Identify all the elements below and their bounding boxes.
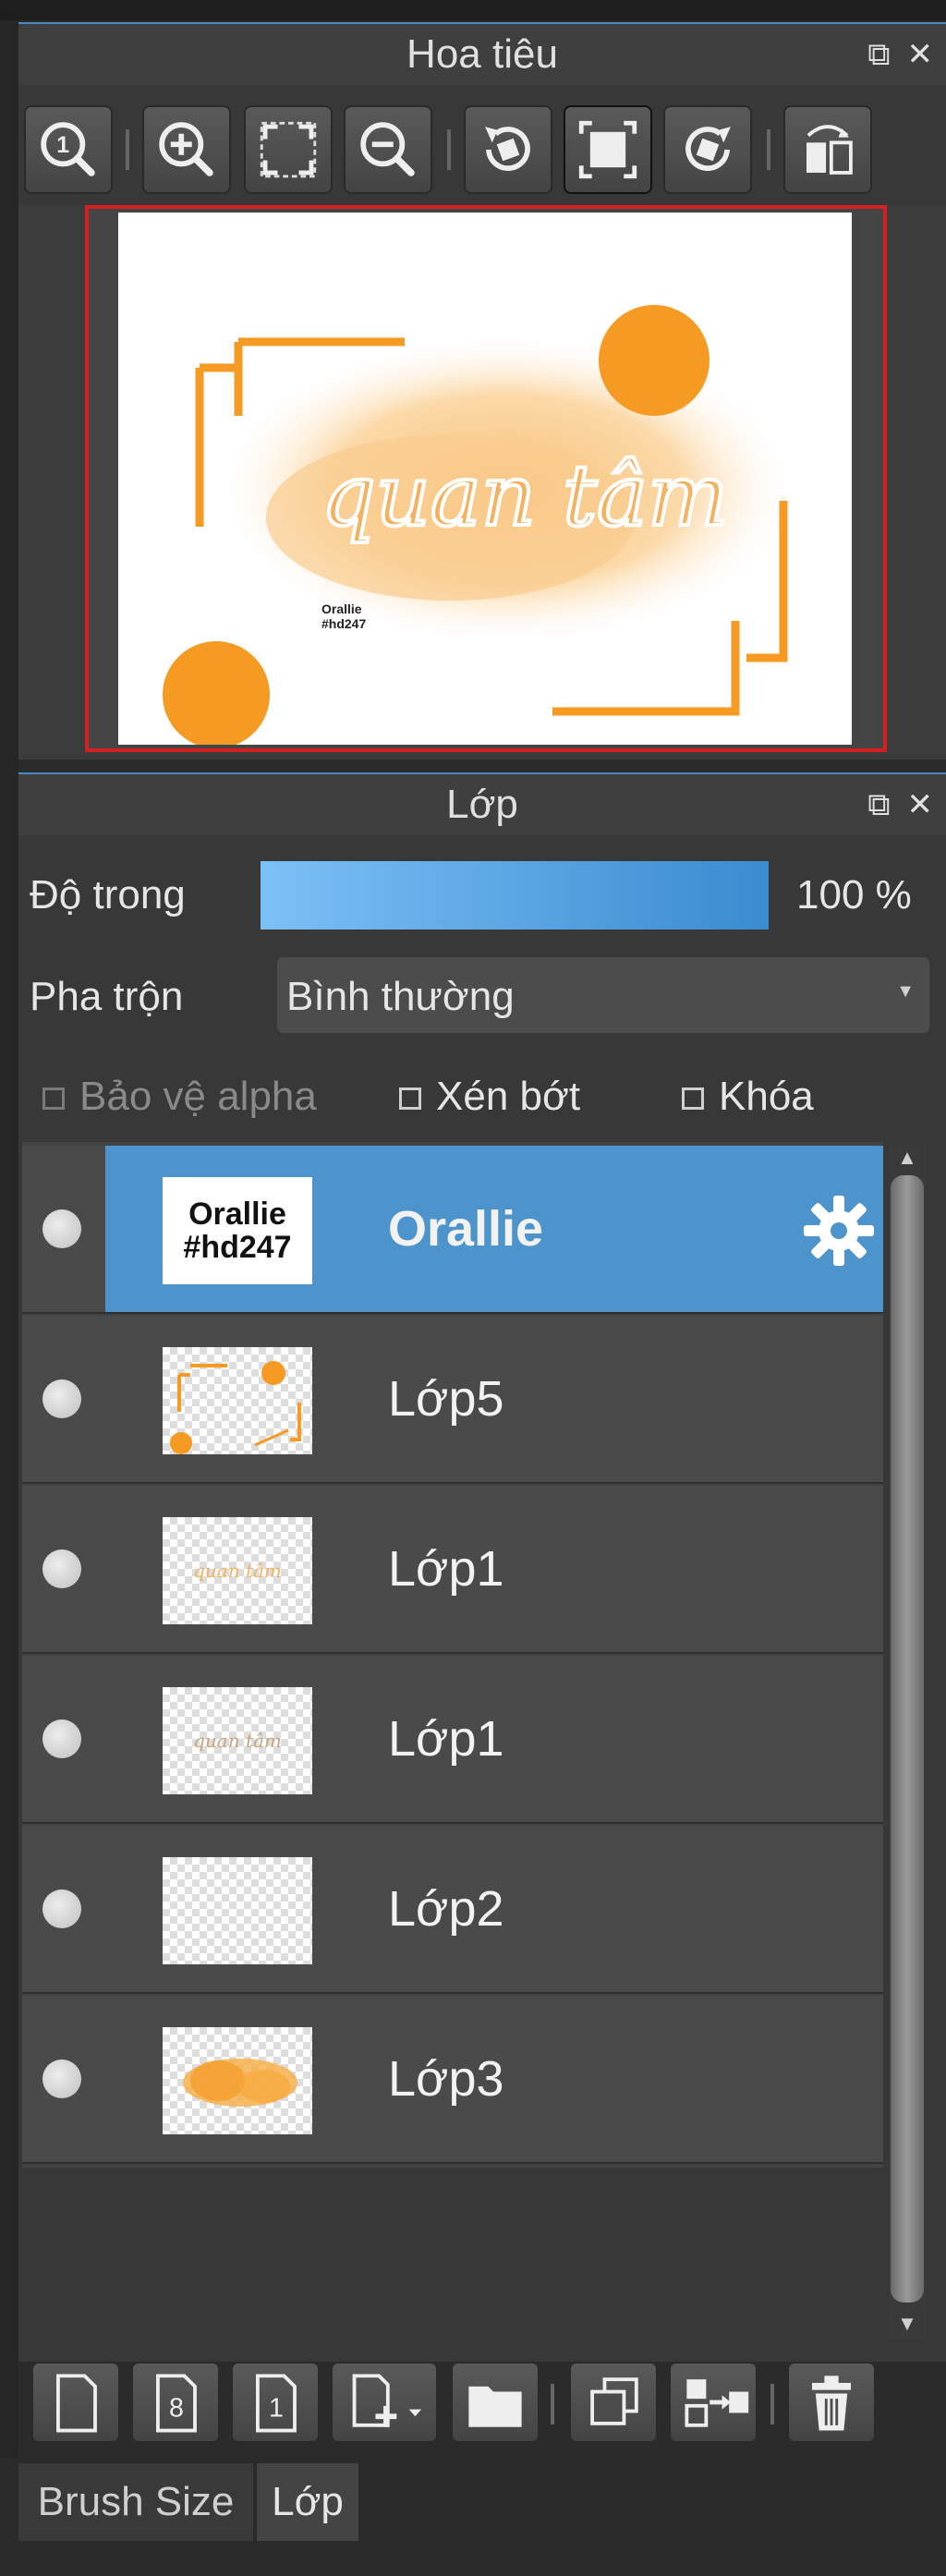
layers-header: Lớp ⧉ ✕ [18,772,946,835]
blend-label: Pha trộn [30,974,184,1019]
undock-icon[interactable]: ⧉ [867,37,890,73]
opacity-slider[interactable] [261,861,769,930]
chevron-down-icon: ▼ [896,981,915,1002]
layer-thumbnail [163,1347,312,1454]
layer-name: Lớp5 [388,1371,504,1427]
layer-thumbnail [163,1857,312,1964]
layer-list-scrollbar[interactable]: ▲ ▼ [889,1146,926,2339]
checkbox-icon [42,1088,65,1111]
zoom-out-icon[interactable] [344,105,432,194]
blend-mode-select[interactable]: Bình thường ▼ [277,957,929,1033]
layer-thumbnail: quan tâm [163,1517,312,1624]
checkbox-icon [682,1088,704,1111]
layer-thumbnail: quan tâm [163,1687,312,1794]
tab-brush-size[interactable]: Brush Size [18,2463,253,2541]
scrollbar-thumb[interactable] [891,1175,924,2303]
clip-checkbox[interactable]: Xén bớt [399,1074,580,1120]
layer-row-lop5[interactable]: Lớp5 [22,1316,883,1484]
rotate-right-icon[interactable] [663,105,752,194]
layer-row-lop2[interactable]: Lớp2 [22,1826,883,1994]
tab-layer[interactable]: Lớp [257,2463,358,2541]
protect-alpha-checkbox[interactable]: Bảo vệ alpha [42,1074,317,1120]
add-layer-menu-icon[interactable] [331,2362,438,2443]
top-strip [0,0,946,20]
svg-text:#hd247: #hd247 [321,616,366,631]
toolbar-separator [770,2384,774,2424]
opacity-value: 100 % [796,872,912,917]
toolbar-separator [447,129,451,170]
settings-gear-icon[interactable] [800,1192,878,1270]
reset-view-icon[interactable] [564,105,652,194]
layer-name: Lớp1 [388,1711,504,1767]
visibility-toggle-icon[interactable] [42,2060,81,2098]
lock-checkbox[interactable]: Khóa [682,1074,814,1120]
visibility-toggle-icon[interactable] [42,1889,81,1928]
visibility-toggle-icon[interactable] [42,1719,81,1758]
svg-text:1: 1 [56,132,69,158]
layer-thumbnail [163,2027,312,2134]
layer-row-lop1[interactable]: quan tâm Lớp1 [22,1656,883,1824]
svg-text:Orallie: Orallie [321,601,362,616]
delete-layer-icon[interactable] [787,2362,876,2443]
visibility-toggle-icon[interactable] [42,1549,81,1588]
layer-row-orallie[interactable]: Orallie #hd247 Orallie [22,1146,883,1314]
blend-mode-value: Bình thường [286,974,515,1019]
opacity-label: Độ trong [30,872,186,917]
new-1bit-layer-icon[interactable]: 1 [231,2362,320,2443]
duplicate-layer-icon[interactable] [569,2362,658,2443]
new-layer-icon[interactable] [31,2362,120,2443]
layer-row-lop3[interactable]: Lớp3 [22,1996,883,2164]
fit-screen-icon[interactable] [244,105,333,194]
navigator-title: Hoa tiêu [406,31,558,77]
layer-name: Lớp3 [388,2051,504,2107]
layer-name: Lớp1 [388,1541,504,1597]
layers-title: Lớp [446,782,518,827]
toolbar-separator [767,129,770,170]
toolbar-separator [551,2384,554,2424]
checkbox-icon [399,1088,421,1111]
flip-icon[interactable] [783,105,872,194]
visibility-toggle-icon[interactable] [42,1379,81,1418]
close-icon[interactable]: ✕ [907,36,934,73]
new-8bit-layer-icon[interactable]: 8 [131,2362,220,2443]
zoom-actual-icon[interactable]: 1 [24,105,113,194]
toolbar-separator [126,129,129,170]
rotate-left-icon[interactable] [464,105,552,194]
layer-name: Orallie [388,1201,544,1257]
navigator-header: Hoa tiêu ⧉ ✕ [18,22,946,85]
layer-name: Lớp2 [388,1881,504,1937]
scroll-down-icon[interactable]: ▼ [889,2312,926,2338]
canvas-preview: quan tâm Orallie #hd247 [118,213,852,745]
preview-title: quan tâm [321,446,729,545]
viewport-frame[interactable]: quan tâm Orallie #hd247 [85,205,887,752]
scroll-up-icon[interactable]: ▲ [889,1146,926,1172]
layer-thumbnail: Orallie #hd247 [163,1177,312,1284]
layer-row-lop1[interactable]: quan tâm Lớp1 [22,1486,883,1654]
close-icon[interactable]: ✕ [907,786,934,823]
svg-text:1: 1 [269,2393,284,2423]
new-folder-icon[interactable] [451,2362,540,2443]
svg-text:8: 8 [169,2393,184,2423]
left-gutter [0,20,18,2576]
opacity-slider-fill [261,861,769,930]
visibility-toggle-icon[interactable] [42,1209,81,1248]
zoom-in-icon[interactable] [142,105,231,194]
merge-layer-icon[interactable] [669,2362,758,2443]
undock-icon[interactable]: ⧉ [867,787,890,823]
